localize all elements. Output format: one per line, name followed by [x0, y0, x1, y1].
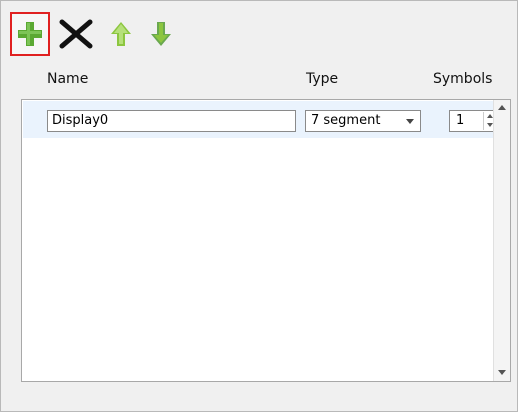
display-name-input[interactable]: Display0	[47, 110, 296, 132]
display-type-select[interactable]: 7 segment	[305, 110, 421, 132]
plus-icon	[18, 22, 42, 46]
add-button[interactable]	[10, 12, 50, 56]
scroll-up-icon[interactable]	[498, 105, 506, 110]
symbols-value: 1	[456, 113, 465, 128]
column-header-symbols: Symbols	[433, 71, 493, 87]
display-type-value: 7 segment	[311, 113, 381, 128]
move-up-button[interactable]	[101, 12, 141, 56]
column-header-name: Name	[47, 71, 89, 87]
arrow-down-icon	[151, 22, 171, 46]
scroll-down-icon[interactable]	[498, 370, 506, 375]
display-list: Display0 7 segment 1	[21, 99, 511, 382]
table-row[interactable]: Display0 7 segment 1	[23, 101, 499, 138]
column-header-type: Type	[306, 71, 339, 87]
display-editor-panel: Name Type Symbols Display0 7 segment 1	[0, 0, 518, 412]
x-icon	[59, 19, 93, 49]
move-down-button[interactable]	[141, 12, 181, 56]
symbols-spinbox[interactable]: 1	[449, 110, 499, 132]
table-header: Name Type Symbols	[21, 69, 511, 93]
vertical-scrollbar[interactable]	[493, 100, 510, 381]
arrow-up-icon	[111, 22, 131, 46]
toolbar	[10, 12, 250, 58]
remove-button[interactable]	[56, 12, 96, 56]
chevron-down-icon	[406, 119, 414, 124]
